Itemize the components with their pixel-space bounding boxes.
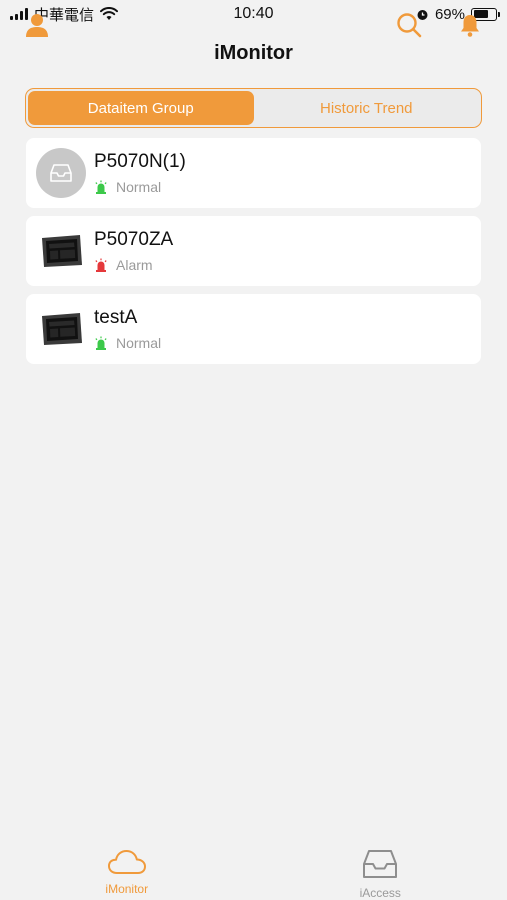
normal-status-icon <box>95 180 107 194</box>
device-list: P5070N(1) Normal P5070ZA Alarm testA Nor… <box>26 138 481 372</box>
tab-dataitem-group[interactable]: Dataitem Group <box>28 91 254 125</box>
device-status-label: Alarm <box>116 257 153 273</box>
device-status: Normal <box>94 335 161 351</box>
hmi-device-icon <box>36 226 86 276</box>
cloud-icon <box>107 850 146 874</box>
alarm-status-icon <box>95 258 107 272</box>
normal-status-icon <box>95 336 107 350</box>
user-icon <box>26 14 48 37</box>
notifications-button[interactable] <box>455 10 485 40</box>
device-name: P5070ZA <box>94 229 174 250</box>
device-name: testA <box>94 307 138 328</box>
tab-imonitor-label: iMonitor <box>105 882 149 896</box>
device-status: Normal <box>94 179 186 195</box>
device-name: P5070N(1) <box>94 151 186 172</box>
device-card[interactable]: P5070ZA Alarm <box>26 216 481 286</box>
device-info: P5070N(1) Normal <box>94 151 186 195</box>
status-bar: 中華電信 10:40 69% <box>0 0 507 28</box>
tab-iaccess[interactable]: iAccess <box>254 840 507 900</box>
user-profile-button[interactable] <box>22 10 52 40</box>
inbox-icon <box>363 850 398 878</box>
search-icon <box>397 13 422 38</box>
device-status-label: Normal <box>116 335 162 351</box>
wifi-icon <box>100 7 119 20</box>
device-status-label: Normal <box>116 179 162 195</box>
device-info: testA Normal <box>94 307 161 351</box>
bell-icon <box>461 15 479 37</box>
device-card[interactable]: testA Normal <box>26 294 481 364</box>
tab-imonitor[interactable]: iMonitor <box>0 840 254 900</box>
device-info: P5070ZA Alarm <box>94 229 173 273</box>
placeholder-inbox-icon <box>36 148 86 198</box>
device-status: Alarm <box>94 257 173 273</box>
tab-bar: iMonitor iAccess <box>0 840 507 900</box>
tab-historic-trend[interactable]: Historic Trend <box>254 91 480 125</box>
segmented-control: Dataitem Group Historic Trend <box>25 88 482 128</box>
page-title: iMonitor <box>214 41 293 64</box>
tab-iaccess-label: iAccess <box>359 886 401 900</box>
device-card[interactable]: P5070N(1) Normal <box>26 138 481 208</box>
hmi-device-icon <box>36 304 86 354</box>
search-button[interactable] <box>394 10 424 40</box>
nav-bar: iMonitor <box>0 28 507 78</box>
